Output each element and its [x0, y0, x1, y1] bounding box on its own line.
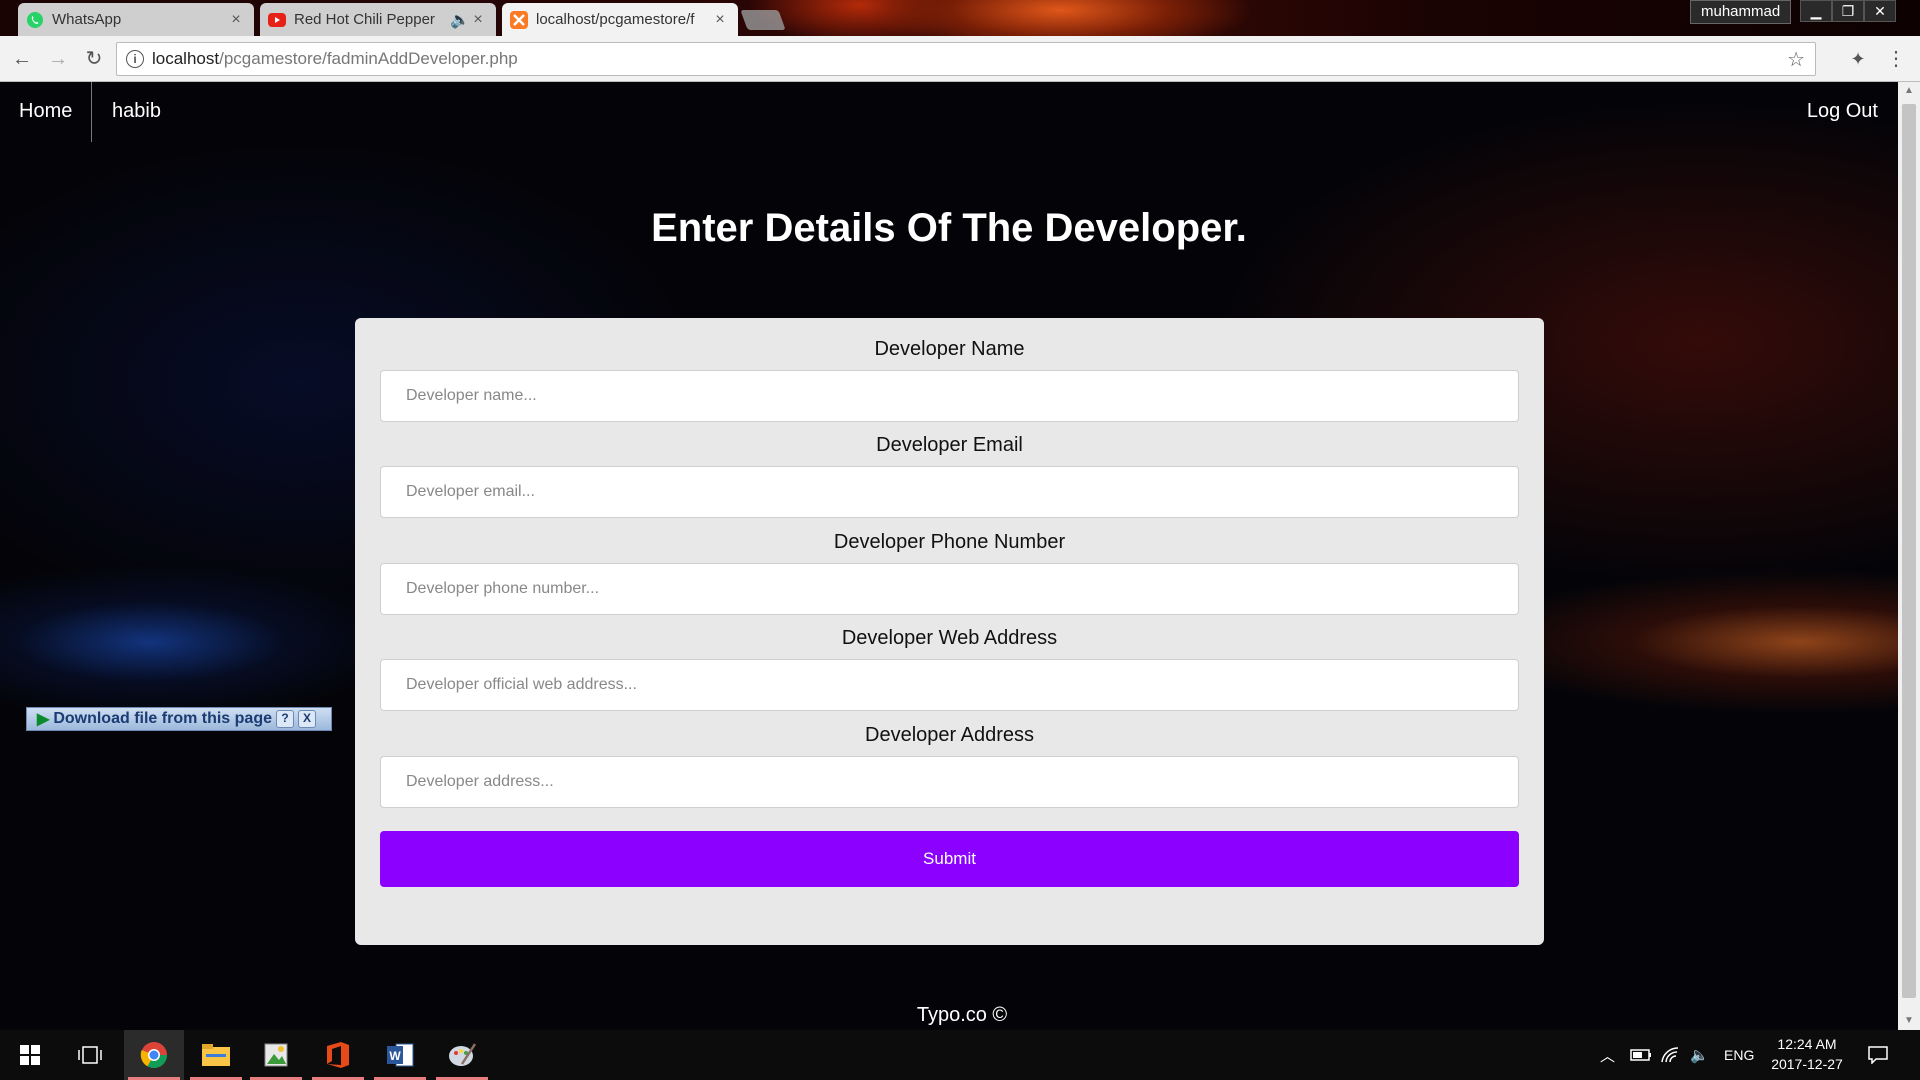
developer-phone-label: Developer Phone Number: [833, 531, 1066, 553]
wifi-icon[interactable]: [1660, 1030, 1680, 1080]
reload-icon[interactable]: ↻: [80, 45, 108, 73]
windows-start-icon[interactable]: [0, 1030, 60, 1080]
windows-taskbar: W ︿ 🔈 ENG 12:24 AM 2017-12-27: [0, 1030, 1920, 1080]
footer-copyright: Typo.co ©: [916, 1004, 1008, 1026]
word-icon[interactable]: W: [370, 1030, 430, 1080]
browser-tab-strip: WhatsApp × Red Hot Chili Pepper 🔈 × loca…: [0, 0, 1920, 36]
paint-icon[interactable]: [432, 1030, 492, 1080]
developer-form: Developer Name Developer Email Developer…: [355, 318, 1544, 945]
close-icon[interactable]: ×: [228, 11, 244, 29]
developer-phone-input[interactable]: [380, 563, 1519, 615]
submit-button[interactable]: Submit: [380, 831, 1519, 887]
logout-link[interactable]: Log Out: [1807, 100, 1878, 123]
volume-icon[interactable]: 🔈: [1690, 1030, 1709, 1080]
office-icon[interactable]: [308, 1030, 368, 1080]
extension-icon[interactable]: ✦: [1844, 45, 1872, 73]
restore-icon[interactable]: ❐: [1832, 0, 1864, 22]
close-icon[interactable]: ×: [470, 11, 486, 29]
minimize-icon[interactable]: ▁: [1800, 0, 1832, 22]
forward-arrow-icon[interactable]: →: [44, 45, 72, 73]
xampp-icon: [510, 10, 528, 29]
play-icon: ▶: [37, 711, 50, 728]
close-icon[interactable]: ×: [712, 11, 728, 29]
developer-address-input[interactable]: [380, 756, 1519, 808]
close-window-icon[interactable]: ✕: [1864, 0, 1896, 22]
developer-name-input[interactable]: [380, 370, 1519, 422]
battery-icon[interactable]: [1630, 1030, 1652, 1080]
show-hidden-icons-chevron-icon[interactable]: ︿: [1600, 1030, 1615, 1080]
task-view-icon[interactable]: [60, 1030, 120, 1080]
clock-date: 2017-12-27: [1771, 1056, 1843, 1072]
close-icon[interactable]: X: [298, 710, 316, 728]
top-navigation: Home habib Log Out: [0, 82, 1898, 142]
back-arrow-icon[interactable]: ←: [8, 45, 36, 73]
page-title: Enter Details Of The Developer.: [651, 206, 1247, 250]
bookmark-star-icon[interactable]: ☆: [1787, 47, 1805, 72]
taskbar-clock[interactable]: 12:24 AM 2017-12-27: [1756, 1034, 1858, 1074]
file-explorer-icon[interactable]: [186, 1030, 246, 1080]
clock-time: 12:24 AM: [1777, 1036, 1837, 1052]
tab-whatsapp[interactable]: WhatsApp ×: [18, 3, 254, 36]
tab-label: WhatsApp: [52, 11, 122, 28]
language-indicator[interactable]: ENG: [1724, 1030, 1754, 1080]
nav-divider: [91, 82, 92, 142]
whatsapp-icon: [26, 11, 44, 29]
svg-text:W: W: [389, 1049, 401, 1063]
help-icon[interactable]: ?: [276, 710, 294, 728]
tab-localhost[interactable]: localhost/pcgamestore/f ×: [502, 3, 738, 36]
web-page: Home habib Log Out Enter Details Of The …: [0, 82, 1898, 1030]
nav-home-link[interactable]: Home: [19, 100, 72, 123]
menu-dots-icon[interactable]: ⋮: [1882, 45, 1910, 73]
new-tab-button[interactable]: [740, 10, 786, 30]
image-app-icon[interactable]: [246, 1030, 306, 1080]
chrome-icon[interactable]: [124, 1030, 184, 1080]
developer-name-label: Developer Name: [874, 338, 1025, 360]
scroll-down-icon[interactable]: ▼: [1898, 1012, 1920, 1030]
profile-badge[interactable]: muhammad: [1690, 0, 1792, 24]
browser-toolbar: ← → ↻ i localhost/pcgamestore/fadminAddD…: [0, 36, 1920, 82]
developer-address-label: Developer Address: [865, 724, 1034, 746]
speaker-icon[interactable]: 🔈: [450, 10, 470, 30]
action-center-icon[interactable]: [1868, 1030, 1888, 1080]
tab-label: localhost/pcgamestore/f: [536, 11, 695, 28]
nav-user-link[interactable]: habib: [112, 100, 161, 123]
scroll-up-icon[interactable]: ▲: [1898, 82, 1920, 100]
youtube-icon: [268, 11, 286, 29]
developer-web-address-label: Developer Web Address: [841, 627, 1058, 649]
url-path: /pcgamestore/fadminAddDeveloper.php: [219, 49, 518, 68]
developer-email-label: Developer Email: [876, 434, 1023, 456]
download-file-widget[interactable]: ▶ Download file from this page ? X: [26, 707, 332, 731]
info-icon[interactable]: i: [126, 50, 144, 68]
developer-email-input[interactable]: [380, 466, 1519, 518]
tab-youtube[interactable]: Red Hot Chili Pepper 🔈 ×: [260, 3, 496, 36]
tab-label: Red Hot Chili Pepper: [294, 11, 435, 28]
url-host: localhost: [152, 49, 220, 68]
scrollbar-thumb[interactable]: [1902, 104, 1916, 998]
developer-web-address-input[interactable]: [380, 659, 1519, 711]
download-widget-label: Download file from this page: [53, 710, 272, 727]
address-bar[interactable]: i localhost/pcgamestore/fadminAddDevelop…: [116, 42, 1816, 76]
page-scrollbar[interactable]: ▲ ▼: [1898, 82, 1920, 1030]
